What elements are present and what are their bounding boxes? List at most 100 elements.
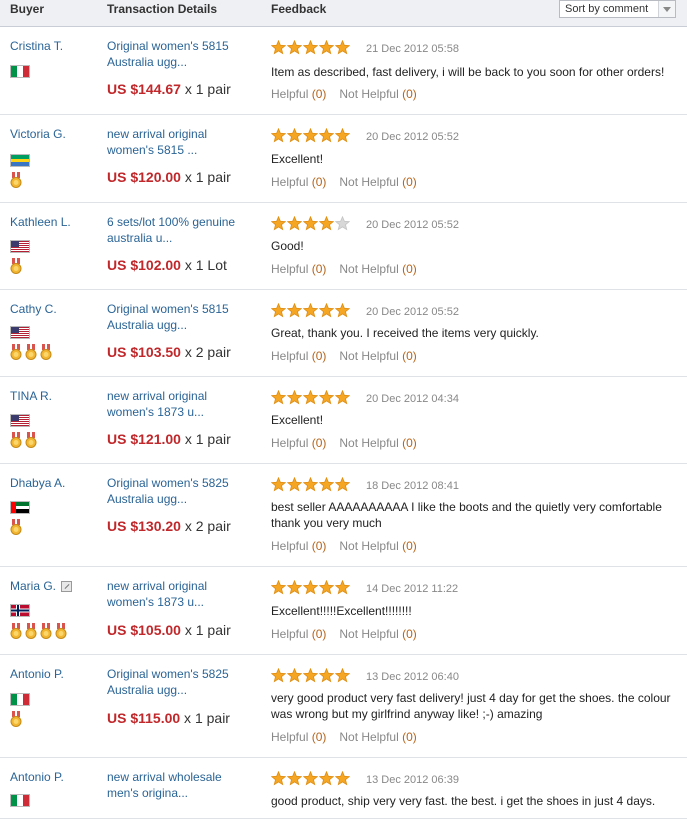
- feedback-date: 20 Dec 2012 05:52: [366, 219, 459, 231]
- star-filled-icon: [287, 303, 302, 318]
- product-link[interactable]: Original women's 5815 Australia ugg...: [107, 38, 247, 70]
- price-line: US $102.00 x 1 Lot: [107, 257, 227, 273]
- star-filled-icon: [287, 668, 302, 683]
- star-filled-icon: [303, 40, 318, 55]
- product-link[interactable]: Original women's 5825 Australia ugg...: [107, 666, 247, 698]
- not-helpful-link[interactable]: Not Helpful (0): [339, 436, 416, 450]
- medal-icon: [10, 344, 22, 360]
- helpful-link[interactable]: Helpful (0): [271, 87, 326, 101]
- star-filled-icon: [271, 40, 286, 55]
- quantity: x 2 pair: [180, 344, 231, 360]
- not-helpful-label: Not Helpful: [339, 87, 399, 101]
- quantity: x 1 pair: [180, 169, 231, 185]
- not-helpful-count: (0): [402, 539, 417, 553]
- helpful-label: Helpful: [271, 730, 309, 744]
- helpful-link[interactable]: Helpful (0): [271, 539, 326, 553]
- helpful-count: (0): [311, 87, 327, 101]
- star-filled-icon: [335, 390, 350, 405]
- product-link[interactable]: 6 sets/lot 100% genuine australia u...: [107, 214, 247, 246]
- product-link[interactable]: new arrival original women's 1873 u...: [107, 578, 247, 610]
- price: US $105.00: [107, 622, 181, 638]
- buyer-name-link[interactable]: Dhabya A.: [10, 476, 65, 490]
- not-helpful-count: (0): [402, 627, 417, 641]
- country-flag-icon: [10, 693, 30, 706]
- not-helpful-count: (0): [402, 262, 417, 276]
- not-helpful-label: Not Helpful: [339, 349, 399, 363]
- buyer-medals: [10, 172, 22, 188]
- feedback-row: TINA R. new arrival original women's 1873…: [0, 377, 687, 464]
- feedback-date: 20 Dec 2012 04:34: [366, 393, 459, 405]
- rating-stars: [271, 216, 350, 231]
- helpful-link[interactable]: Helpful (0): [271, 349, 326, 363]
- buyer-medals: [10, 258, 22, 274]
- star-filled-icon: [303, 303, 318, 318]
- not-helpful-link[interactable]: Not Helpful (0): [339, 539, 416, 553]
- helpful-votes: Helpful (0) Not Helpful (0): [271, 349, 417, 363]
- star-filled-icon: [287, 40, 302, 55]
- buyer-medals: [10, 432, 37, 448]
- feedback-comment: Excellent!!!!!Excellent!!!!!!!!: [271, 604, 412, 618]
- rating-stars: [271, 128, 350, 143]
- not-helpful-link[interactable]: Not Helpful (0): [339, 175, 416, 189]
- price-line: US $121.00 x 1 pair: [107, 431, 231, 447]
- helpful-label: Helpful: [271, 436, 309, 450]
- helpful-votes: Helpful (0) Not Helpful (0): [271, 87, 417, 101]
- medal-icon: [10, 172, 22, 188]
- star-filled-icon: [335, 303, 350, 318]
- helpful-link[interactable]: Helpful (0): [271, 175, 326, 189]
- price-line: US $144.67 x 1 pair: [107, 81, 231, 97]
- star-filled-icon: [287, 390, 302, 405]
- star-filled-icon: [319, 216, 334, 231]
- buyer-name-link[interactable]: Kathleen L.: [10, 215, 71, 229]
- product-link[interactable]: new arrival original women's 5815 ...: [107, 126, 247, 158]
- feedback-row: Dhabya A. Original women's 5825 Australia…: [0, 464, 687, 567]
- price: US $144.67: [107, 81, 181, 97]
- star-filled-icon: [319, 303, 334, 318]
- chevron-down-icon[interactable]: [658, 1, 675, 17]
- star-filled-icon: [271, 771, 286, 786]
- helpful-label: Helpful: [271, 87, 309, 101]
- table-header: Buyer Transaction Details Feedback Sort …: [0, 0, 687, 27]
- buyer-name-link[interactable]: Maria G.: [10, 579, 56, 593]
- star-empty-icon: [335, 216, 350, 231]
- helpful-link[interactable]: Helpful (0): [271, 627, 326, 641]
- product-link[interactable]: Original women's 5815 Australia ugg...: [107, 301, 247, 333]
- buyer-name-link[interactable]: Antonio P.: [10, 770, 64, 784]
- buyer-name-link[interactable]: Cathy C.: [10, 302, 57, 316]
- star-filled-icon: [287, 771, 302, 786]
- helpful-link[interactable]: Helpful (0): [271, 436, 326, 450]
- buyer-name-link[interactable]: Antonio P.: [10, 667, 64, 681]
- not-helpful-link[interactable]: Not Helpful (0): [339, 730, 416, 744]
- not-helpful-link[interactable]: Not Helpful (0): [339, 87, 416, 101]
- edit-icon[interactable]: [61, 581, 72, 592]
- buyer-medals: [10, 344, 52, 360]
- star-filled-icon: [335, 668, 350, 683]
- sort-select[interactable]: Sort by comment: [559, 0, 676, 18]
- buyer-name-link[interactable]: Cristina T.: [10, 39, 63, 53]
- helpful-count: (0): [311, 627, 327, 641]
- price-line: US $115.00 x 1 pair: [107, 710, 230, 726]
- medal-icon: [55, 623, 67, 639]
- not-helpful-link[interactable]: Not Helpful (0): [339, 627, 416, 641]
- not-helpful-link[interactable]: Not Helpful (0): [339, 262, 416, 276]
- price-line: US $103.50 x 2 pair: [107, 344, 231, 360]
- feedback-comment: Good!: [271, 239, 304, 253]
- helpful-link[interactable]: Helpful (0): [271, 262, 326, 276]
- helpful-votes: Helpful (0) Not Helpful (0): [271, 436, 417, 450]
- rating-stars: [271, 477, 350, 492]
- not-helpful-count: (0): [402, 730, 417, 744]
- buyer-name-link[interactable]: TINA R.: [10, 389, 52, 403]
- product-link[interactable]: new arrival wholesale men's origina...: [107, 769, 247, 801]
- star-filled-icon: [319, 40, 334, 55]
- product-link[interactable]: Original women's 5825 Australia ugg...: [107, 475, 247, 507]
- star-filled-icon: [287, 477, 302, 492]
- product-link[interactable]: new arrival original women's 1873 u...: [107, 388, 247, 420]
- price: US $103.50: [107, 344, 181, 360]
- buyer-medals: [10, 623, 67, 639]
- price-line: US $120.00 x 1 pair: [107, 169, 231, 185]
- buyer-name-link[interactable]: Victoria G.: [10, 127, 66, 141]
- feedback-date: 20 Dec 2012 05:52: [366, 306, 459, 318]
- helpful-link[interactable]: Helpful (0): [271, 730, 326, 744]
- not-helpful-link[interactable]: Not Helpful (0): [339, 349, 416, 363]
- buyer-medals: [10, 711, 22, 727]
